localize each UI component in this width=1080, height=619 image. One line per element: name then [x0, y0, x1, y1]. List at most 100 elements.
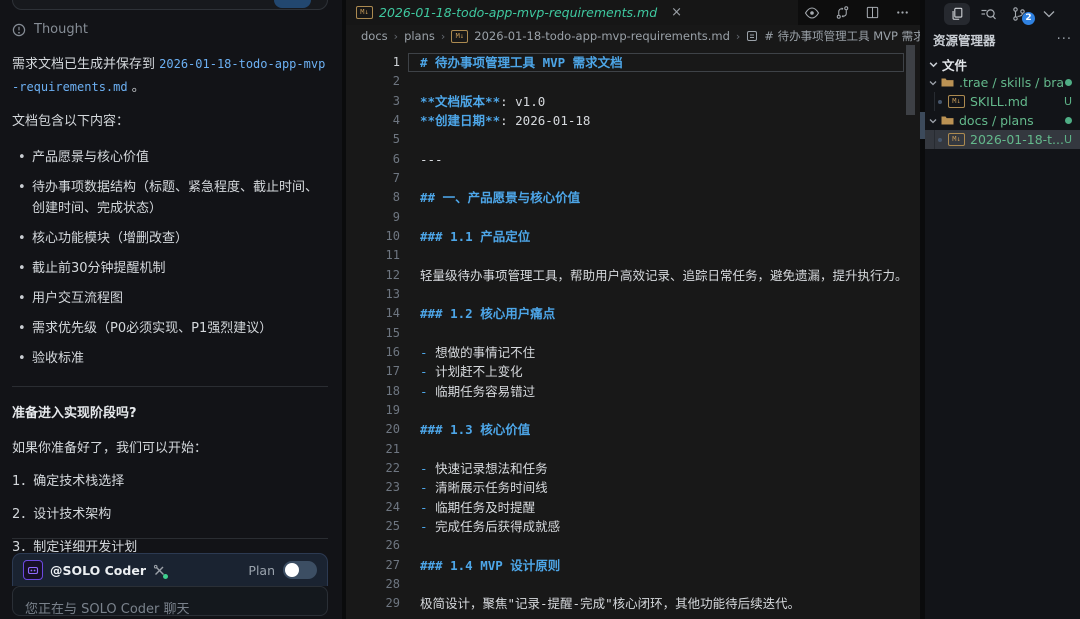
- line-number: 12: [346, 266, 400, 285]
- editor-line[interactable]: 7: [346, 169, 906, 188]
- explorer-view-button[interactable]: [944, 3, 970, 25]
- editor-line[interactable]: 19: [346, 401, 906, 420]
- tree-folder-row[interactable]: .trae / skills / brai...: [925, 73, 1080, 92]
- preview-icon[interactable]: [804, 5, 820, 21]
- editor-line[interactable]: 26: [346, 536, 906, 555]
- editor-line[interactable]: 17 - 计划赶不上变化: [346, 362, 906, 381]
- list-item: 截止前30分钟提醒机制: [32, 258, 328, 279]
- editor-line[interactable]: 20 ### 1.3 核心价值: [346, 420, 906, 439]
- editor-line[interactable]: 22 - 快速记录想法和任务: [346, 459, 906, 478]
- more-actions-icon[interactable]: [895, 5, 910, 20]
- line-number: 21: [346, 440, 400, 459]
- list-item: 用户交互流程图: [32, 288, 328, 309]
- editor-line[interactable]: 5: [346, 130, 906, 149]
- chevron-right-icon: ›: [394, 30, 398, 43]
- editor-line[interactable]: 18- 临期任务容易错过: [346, 382, 906, 401]
- editor-line[interactable]: 4**创建日期**: 2026-01-18: [346, 111, 906, 130]
- tree-file-row[interactable]: M↓2026-01-18-t...U: [925, 130, 1080, 149]
- ready-intro: 如果你准备好了，我们可以开始：: [12, 437, 328, 460]
- line-number: 6: [346, 150, 400, 169]
- line-number: 11: [346, 246, 400, 265]
- symbol-icon: [746, 30, 758, 42]
- line-content: ### 1.3 核心价值: [420, 420, 530, 439]
- editor-line[interactable]: 24 - 临期任务及时提醒: [346, 498, 906, 517]
- split-editor-icon[interactable]: [865, 5, 880, 20]
- line-content: - 快速记录想法和任务: [420, 459, 548, 478]
- agent-identity: @SOLO Coder: [23, 560, 166, 580]
- list-item: 需求优先级（P0必须实现、P1强烈建议）: [32, 318, 328, 339]
- plan-mode-toggle[interactable]: [283, 561, 317, 579]
- editor-line[interactable]: 3**文档版本**: v1.0: [346, 92, 906, 111]
- breadcrumb-item[interactable]: plans: [404, 29, 435, 43]
- line-content: - 计划赶不上变化: [420, 362, 523, 381]
- line-number: 29: [346, 594, 400, 613]
- step-item: 2．设计技术架构: [12, 504, 328, 525]
- editor-line[interactable]: 28: [346, 575, 906, 594]
- editor-line[interactable]: 14### 1.2 核心用户痛点: [346, 304, 906, 323]
- chat-message: Thought 需求文档已生成并保存到 2026-01-18-todo-app-…: [12, 19, 328, 619]
- open-changes-icon[interactable]: [835, 5, 850, 20]
- tab-title: 2026-01-18-todo-app-mvp-requirements.md: [379, 5, 657, 20]
- editor-line[interactable]: 13: [346, 285, 906, 304]
- breadcrumb-item[interactable]: 2026-01-18-todo-app-mvp-requirements.md: [474, 29, 730, 43]
- chat-input[interactable]: 您正在与 SOLO Coder 聊天: [12, 586, 328, 616]
- line-content: 极简设计，聚焦"记录-提醒-完成"核心闭环，其他功能待后续迭代。: [420, 594, 800, 613]
- editor-line[interactable]: 15: [346, 324, 906, 343]
- contents-label: 文档包含以下内容：: [12, 110, 328, 133]
- line-number: 25: [346, 517, 400, 536]
- breadcrumb-item[interactable]: docs: [361, 29, 388, 43]
- search-icon[interactable]: [980, 6, 997, 23]
- editor-line[interactable]: 11: [346, 246, 906, 265]
- editor-line[interactable]: 2: [346, 72, 906, 91]
- close-icon[interactable]: ×: [671, 6, 682, 19]
- line-number: 24: [346, 498, 400, 517]
- editor-line[interactable]: 10### 1.1 产品定位: [346, 227, 906, 246]
- editor-line[interactable]: 29 极简设计，聚焦"记录-提醒-完成"核心闭环，其他功能待后续迭代。: [346, 594, 906, 613]
- line-number: 17: [346, 362, 400, 381]
- list-item: 产品愿景与核心价值: [32, 147, 328, 168]
- divider: [12, 386, 328, 387]
- tree-folder-row[interactable]: docs / plans: [925, 111, 1080, 130]
- editor-line[interactable]: 6---: [346, 150, 906, 169]
- editor-line[interactable]: 9: [346, 208, 906, 227]
- tree-item-label: .trae / skills / brai...: [959, 75, 1065, 90]
- editor-line[interactable]: 12 轻量级待办事项管理工具，帮助用户高效记录、追踪日常任务，避免遗漏，提升执行力…: [346, 266, 906, 285]
- editor-line[interactable]: 1# 待办事项管理工具 MVP 需求文档: [346, 53, 906, 72]
- files-section-header[interactable]: 文件: [929, 55, 967, 74]
- more-actions-icon[interactable]: ···: [1057, 32, 1072, 47]
- editor-line[interactable]: 21: [346, 440, 906, 459]
- line-content: 轻量级待办事项管理工具，帮助用户高效记录、追踪日常任务，避免遗漏，提升执行力。: [420, 266, 906, 285]
- line-content: - 临期任务及时提醒: [420, 498, 535, 517]
- tree-item-label: docs / plans: [959, 113, 1065, 128]
- chevron-down-icon[interactable]: [1042, 8, 1056, 20]
- editor-line[interactable]: 25- 完成任务后获得成就感: [346, 517, 906, 536]
- line-number: 27: [346, 556, 400, 575]
- line-number: 18: [346, 382, 400, 401]
- chat-bullet-list: 产品愿景与核心价值待办事项数据结构（标题、紧急程度、截止时间、创建时间、完成状态…: [12, 147, 328, 369]
- thought-icon: [12, 23, 26, 37]
- line-content: - 清晰展示任务时间线: [420, 478, 548, 497]
- editor-lines[interactable]: 1# 待办事项管理工具 MVP 需求文档23**文档版本**: v1.04**创…: [346, 47, 906, 619]
- line-number: 22: [346, 459, 400, 478]
- markdown-file-icon: M↓: [451, 30, 468, 43]
- explorer-panel: 2 资源管理器 ··· 文件 .trae / skills / brai...M…: [925, 0, 1080, 619]
- markdown-file-icon: M↓: [948, 95, 965, 108]
- editor-scrollbar[interactable]: [906, 45, 915, 115]
- previous-action-button[interactable]: [274, 0, 311, 8]
- line-number: 20: [346, 420, 400, 439]
- git-status-dot-wrap: [1065, 117, 1072, 124]
- thought-toggle[interactable]: Thought: [12, 19, 328, 40]
- message-text: 。: [128, 80, 145, 95]
- editor-line[interactable]: 23- 清晰展示任务时间线: [346, 478, 906, 497]
- line-number: 28: [346, 575, 400, 594]
- tree-file-row[interactable]: M↓SKILL.mdU: [925, 92, 1080, 111]
- markdown-file-icon: M↓: [356, 6, 373, 19]
- breadcrumb-item[interactable]: # 待办事项管理工具 MVP 需求文档: [764, 28, 920, 44]
- editor-line[interactable]: 8## 一、产品愿景与核心价值: [346, 188, 906, 207]
- agent-header[interactable]: @SOLO Coder Plan: [12, 553, 328, 586]
- sidebar-icon-row: 2: [925, 2, 1080, 26]
- editor-tab[interactable]: M↓ 2026-01-18-todo-app-mvp-requirements.…: [346, 0, 798, 25]
- editor-line[interactable]: 16- 想做的事情记不住: [346, 343, 906, 362]
- editor-line[interactable]: 27### 1.4 MVP 设计原则: [346, 556, 906, 575]
- git-status-dot-wrap: [1065, 79, 1072, 86]
